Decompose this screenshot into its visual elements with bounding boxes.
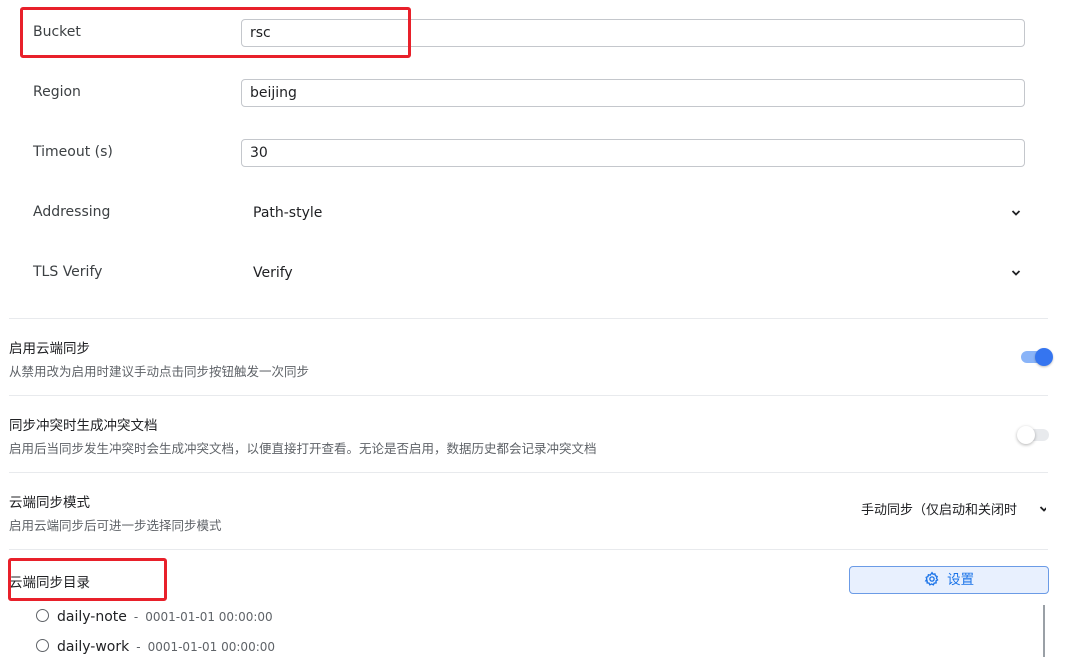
- tls-verify-value: Verify: [253, 265, 293, 281]
- conflict-doc-title: 同步冲突时生成冲突文档: [9, 418, 158, 434]
- sync-directory-settings-button[interactable]: 设置: [849, 566, 1049, 594]
- directory-time: 0001-01-01 00:00:00: [145, 610, 273, 624]
- radio-button[interactable]: [36, 609, 49, 622]
- addressing-value: Path-style: [253, 205, 323, 221]
- list-item: daily-work -0001-01-01 00:00:00: [36, 636, 275, 657]
- enable-sync-row: 启用云端同步 从禁用改为启用时建议手动点击同步按钮触发一次同步: [0, 319, 1073, 395]
- addressing-select[interactable]: Path-style: [241, 199, 1025, 227]
- chevron-down-icon: [1011, 210, 1021, 216]
- bucket-row: Bucket rsc: [0, 2, 1073, 62]
- bucket-input[interactable]: rsc: [241, 19, 1025, 47]
- tls-verify-label: TLS Verify: [33, 264, 103, 280]
- radio-button[interactable]: [36, 639, 49, 652]
- list-item: daily-note -0001-01-01 00:00:00: [36, 606, 273, 628]
- region-input[interactable]: beijing: [241, 79, 1025, 107]
- enable-sync-desc: 从禁用改为启用时建议手动点击同步按钮触发一次同步: [9, 364, 310, 379]
- chevron-down-icon: [1040, 506, 1046, 512]
- sync-mode-select[interactable]: 手动同步（仅启动和关闭时: [861, 500, 1046, 522]
- sync-mode-value: 手动同步（仅启动和关闭时: [861, 503, 1018, 518]
- toggle-knob: [1035, 348, 1053, 366]
- region-label: Region: [33, 84, 81, 100]
- directory-time: 0001-01-01 00:00:00: [147, 640, 276, 654]
- timeout-row: Timeout (s) 30: [0, 122, 1073, 182]
- toggle-knob: [1017, 426, 1035, 444]
- sync-directory-title: 云端同步目录: [9, 575, 90, 591]
- conflict-doc-row: 同步冲突时生成冲突文档 启用后当同步发生冲突时会生成冲突文档，以便直接打开查看。…: [0, 396, 1073, 472]
- addressing-label: Addressing: [33, 204, 111, 220]
- chevron-down-icon: [1011, 270, 1021, 276]
- divider: [9, 549, 1048, 550]
- enable-sync-toggle[interactable]: [1021, 348, 1053, 366]
- conflict-doc-desc: 启用后当同步发生冲突时会生成冲突文档，以便直接打开查看。无论是否启用，数据历史都…: [9, 441, 597, 456]
- tls-verify-row: TLS Verify Verify: [0, 242, 1073, 302]
- separator: -: [136, 640, 141, 654]
- timeout-input[interactable]: 30: [241, 139, 1025, 167]
- region-row: Region beijing: [0, 62, 1073, 122]
- scrollbar[interactable]: [1043, 605, 1045, 657]
- settings-button-label: 设置: [947, 572, 975, 588]
- directory-name: daily-note: [57, 609, 127, 625]
- tls-verify-select[interactable]: Verify: [241, 259, 1025, 287]
- gear-icon: [924, 571, 939, 586]
- sync-mode-title: 云端同步模式: [9, 495, 90, 511]
- conflict-doc-toggle[interactable]: [1017, 426, 1049, 444]
- directory-name: daily-work: [57, 639, 130, 655]
- enable-sync-title: 启用云端同步: [9, 341, 90, 357]
- sync-mode-desc: 启用云端同步后可进一步选择同步模式: [9, 518, 222, 533]
- timeout-label: Timeout (s): [33, 144, 113, 160]
- separator: -: [133, 610, 139, 624]
- addressing-row: Addressing Path-style: [0, 182, 1073, 242]
- bucket-label: Bucket: [33, 24, 81, 40]
